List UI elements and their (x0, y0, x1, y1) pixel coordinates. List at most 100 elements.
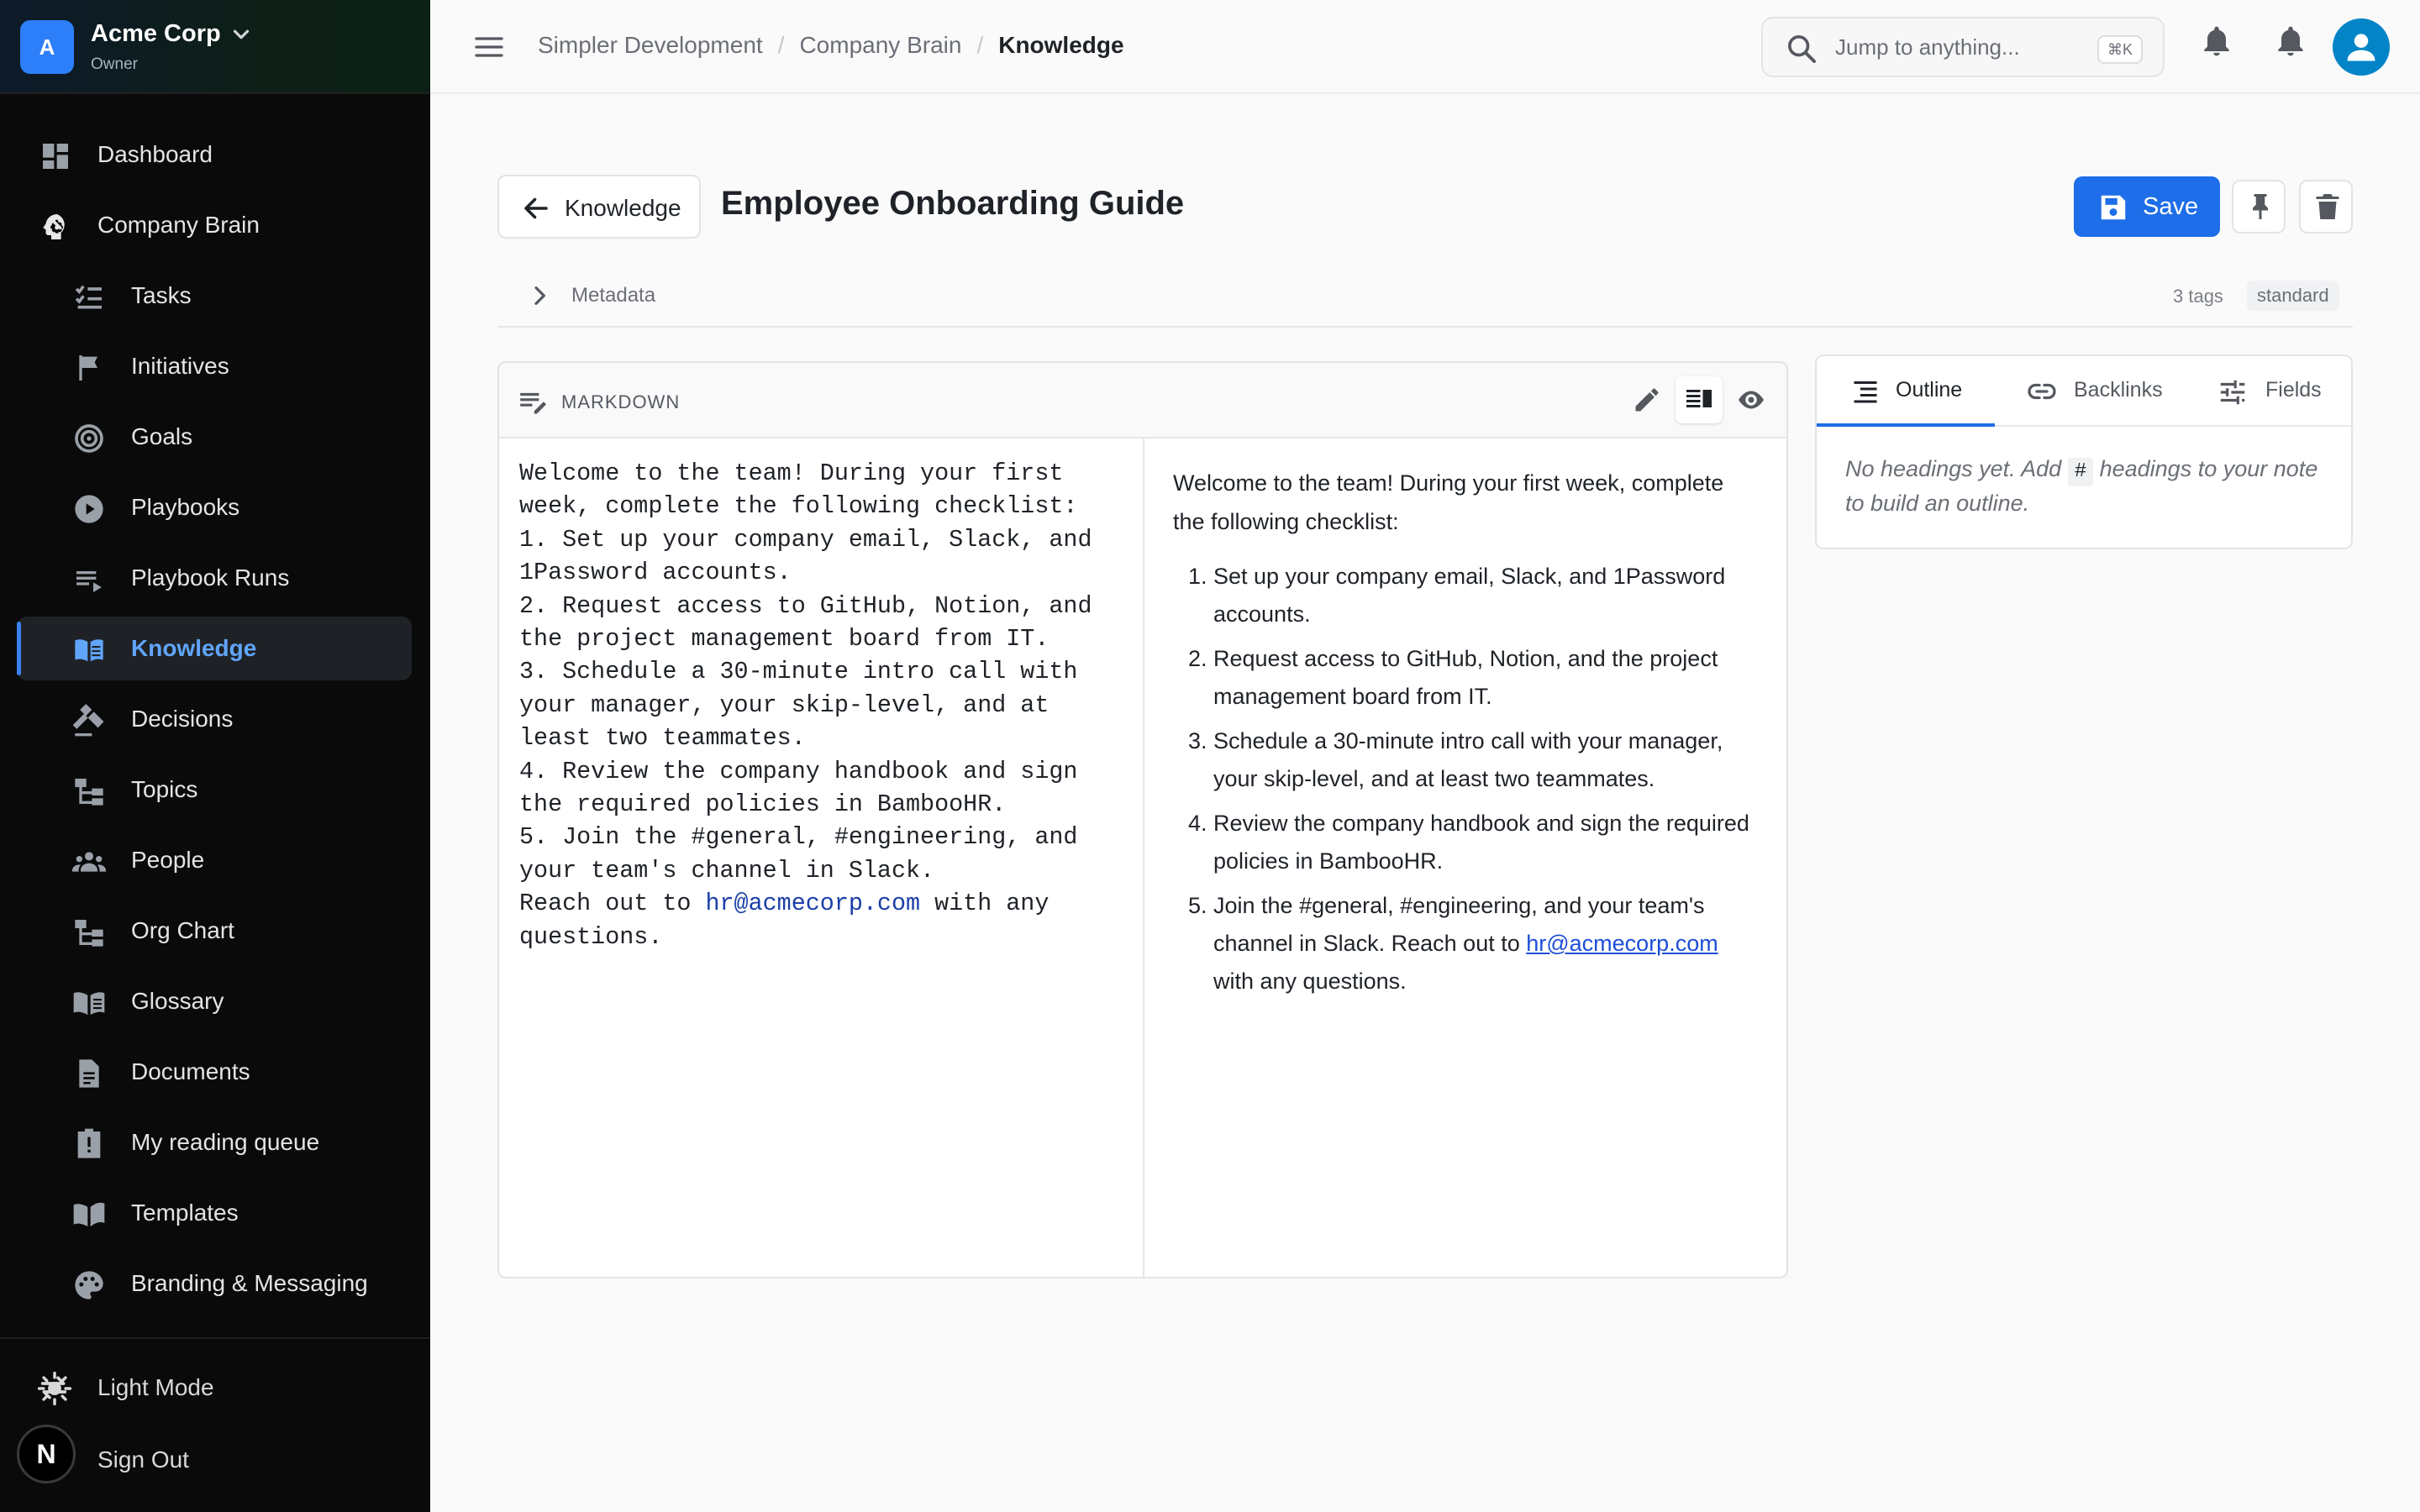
flag-icon (72, 351, 106, 385)
sidebar-item-playbook-runs[interactable]: Playbook Runs (17, 546, 412, 610)
org-name: Acme Corp (91, 20, 221, 47)
user-avatar[interactable] (2333, 18, 2390, 76)
sidebar-item-label: Org Chart (131, 917, 234, 943)
playlist-icon (72, 563, 106, 596)
sidebar-item-org-chart[interactable]: Org Chart (17, 899, 412, 963)
outline-icon (1850, 376, 1881, 407)
preview-intro: Welcome to the team! During your first w… (1173, 470, 1724, 534)
hamburger-menu-icon[interactable] (472, 30, 506, 64)
list-item: Set up your company email, Slack, and 1P… (1213, 558, 1758, 633)
breadcrumb-item[interactable]: Company Brain (799, 32, 961, 59)
sign-out-button[interactable]: Sign Out (17, 1428, 412, 1492)
sidebar-item-label: Documents (131, 1058, 250, 1084)
tags-count: 3 tags (2173, 286, 2223, 307)
sidebar-item-label: Company Brain (97, 212, 260, 238)
org-switcher[interactable]: A Acme Corp Owner (0, 0, 430, 94)
sidebar-item-label: Goals (131, 423, 193, 449)
user-icon (2347, 34, 2375, 61)
search-box[interactable]: ⌘K (1761, 17, 2165, 77)
back-to-knowledge-button[interactable]: Knowledge (497, 175, 701, 239)
search-icon (1785, 32, 1818, 66)
sidebar-item-topics[interactable]: Topics (17, 758, 412, 822)
shortcut-hint: ⌘K (2096, 35, 2143, 64)
markdown-source-text[interactable]: Welcome to the team! During your first w… (519, 457, 1123, 953)
sidebar-footer: Light Mode Sign Out N (0, 1337, 430, 1512)
tab-backlinks[interactable]: Backlinks (1995, 356, 2173, 427)
swap-icon[interactable] (37, 1371, 388, 1404)
sidebar-item-decisions[interactable]: Decisions (17, 687, 412, 751)
sidebar: A Acme Corp Owner Dashboard Company Brai… (0, 0, 430, 1512)
link-icon (2025, 376, 2059, 407)
checklist-icon (72, 281, 106, 314)
metadata-toggle[interactable]: Metadata 3 tags standard (497, 270, 2353, 328)
email-link[interactable]: hr@acmecorp.com (1526, 931, 1718, 956)
breadcrumb-item[interactable]: Simpler Development (538, 32, 763, 59)
list-item: Schedule a 30-minute intro call with you… (1213, 722, 1758, 798)
preview-checklist: Set up your company email, Slack, and 1P… (1173, 558, 1758, 1000)
sidebar-item-label: My reading queue (131, 1129, 320, 1155)
tab-label: Outline (1896, 378, 1963, 402)
sidebar-item-playbooks[interactable]: Playbooks (17, 475, 412, 539)
gavel-icon (72, 704, 106, 738)
chevron-right-icon (526, 282, 553, 309)
back-button-label: Knowledge (565, 195, 681, 221)
sidebar-item-documents[interactable]: Documents (17, 1040, 412, 1104)
edit-mode-button[interactable] (1623, 376, 1670, 423)
breadcrumb-separator: / (777, 32, 785, 58)
trash-icon (2312, 192, 2343, 222)
sidebar-item-knowledge[interactable]: Knowledge (17, 617, 412, 680)
sidebar-item-glossary[interactable]: Glossary (17, 969, 412, 1033)
sidebar-item-company-brain[interactable]: Company Brain (17, 193, 412, 257)
bell-icon[interactable] (2272, 24, 2309, 60)
sidebar-item-initiatives[interactable]: Initiatives (17, 334, 412, 398)
org-role: Owner (91, 55, 138, 73)
play-circle-icon (72, 492, 106, 526)
glossary-book-icon (72, 986, 106, 1020)
markdown-source-pane[interactable]: Welcome to the team! During your first w… (499, 438, 1144, 1277)
search-input[interactable] (1835, 30, 2079, 64)
bell-icon[interactable] (2198, 24, 2235, 60)
pin-icon (2245, 192, 2275, 222)
sidebar-item-label: Knowledge (131, 635, 257, 661)
markdown-editor: MARKDOWN Welcome to the team! During you… (497, 361, 1788, 1278)
sidebar-item-label: Tasks (131, 282, 192, 308)
delete-button[interactable] (2299, 180, 2353, 234)
sidebar-item-label: Decisions (131, 706, 234, 732)
tab-fields[interactable]: Fields (2173, 356, 2351, 427)
tab-outline[interactable]: Outline (1817, 356, 1995, 427)
book-open-icon (72, 633, 106, 667)
sidebar-item-label: Playbook Runs (131, 564, 290, 591)
editor-toolbar: MARKDOWN (499, 363, 1786, 438)
sidebar-item-my-reading-queue[interactable]: My reading queue (17, 1110, 412, 1174)
save-button-label: Save (2143, 193, 2199, 220)
outline-panel: Outline Backlinks Fields No headings yet… (1815, 354, 2353, 549)
preview-mode-button[interactable] (1728, 376, 1775, 423)
dashboard-icon (39, 139, 72, 173)
sidebar-item-templates[interactable]: Templates (17, 1181, 412, 1245)
source-text-body: Welcome to the team! During your first w… (519, 459, 1092, 918)
source-email-link: hr@acmecorp.com (705, 890, 921, 918)
light-mode-toggle[interactable]: Light Mode (17, 1356, 412, 1420)
tier-badge: standard (2247, 281, 2339, 311)
sidebar-item-branding-messaging[interactable]: Branding & Messaging (17, 1252, 412, 1315)
people-icon (72, 845, 106, 879)
split-view-button[interactable] (1676, 376, 1723, 423)
empty-text: No headings yet. Add (1845, 456, 2068, 481)
sidebar-item-tasks[interactable]: Tasks (17, 264, 412, 328)
sidebar-item-label: Topics (131, 776, 198, 802)
sidebar-item-people[interactable]: People (17, 828, 412, 892)
pin-button[interactable] (2232, 180, 2286, 234)
list-item: Join the #general, #engineering, and you… (1213, 887, 1758, 1000)
split-view-icon (1684, 385, 1714, 415)
save-button[interactable]: Save (2074, 176, 2220, 237)
next-dev-badge[interactable]: N (17, 1425, 76, 1483)
sidebar-item-goals[interactable]: Goals (17, 405, 412, 469)
list-item-tail: with any questions. (1213, 969, 1407, 994)
metadata-label: Metadata (571, 284, 656, 307)
eye-icon (1736, 385, 1766, 415)
top-bar: Simpler Development / Company Brain / Kn… (430, 0, 2420, 94)
chevron-up-icon[interactable] (39, 210, 72, 244)
tab-label: Backlinks (2074, 378, 2163, 402)
chevron-down-icon[interactable] (229, 22, 254, 47)
sidebar-item-dashboard[interactable]: Dashboard (17, 123, 412, 186)
